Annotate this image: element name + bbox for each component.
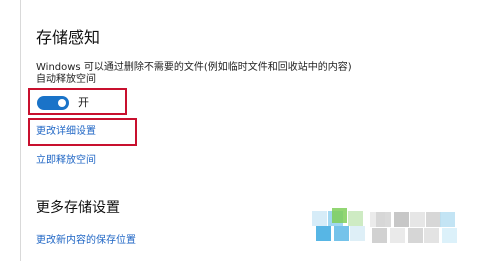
storage-sense-title: 存储感知: [36, 28, 101, 47]
storage-sense-toggle[interactable]: [37, 96, 69, 110]
more-storage-settings-title: 更多存储设置: [36, 200, 120, 216]
change-save-location-link[interactable]: 更改新内容的保存位置: [36, 235, 136, 247]
left-divider: [20, 0, 21, 261]
watermark-mosaic: [312, 208, 462, 248]
toggle-state-label: 开: [78, 96, 89, 109]
toggle-knob: [58, 99, 66, 107]
description-line-1: Windows 可以通过删除不需要的文件(例如临时文件和回收站中的内容): [36, 62, 352, 73]
storage-sense-description: Windows 可以通过删除不需要的文件(例如临时文件和回收站中的内容) 自动释…: [36, 62, 352, 86]
change-detailed-settings-link[interactable]: 更改详细设置: [36, 126, 96, 138]
free-space-now-link[interactable]: 立即释放空间: [36, 155, 96, 167]
description-line-2: 自动释放空间: [36, 74, 96, 85]
